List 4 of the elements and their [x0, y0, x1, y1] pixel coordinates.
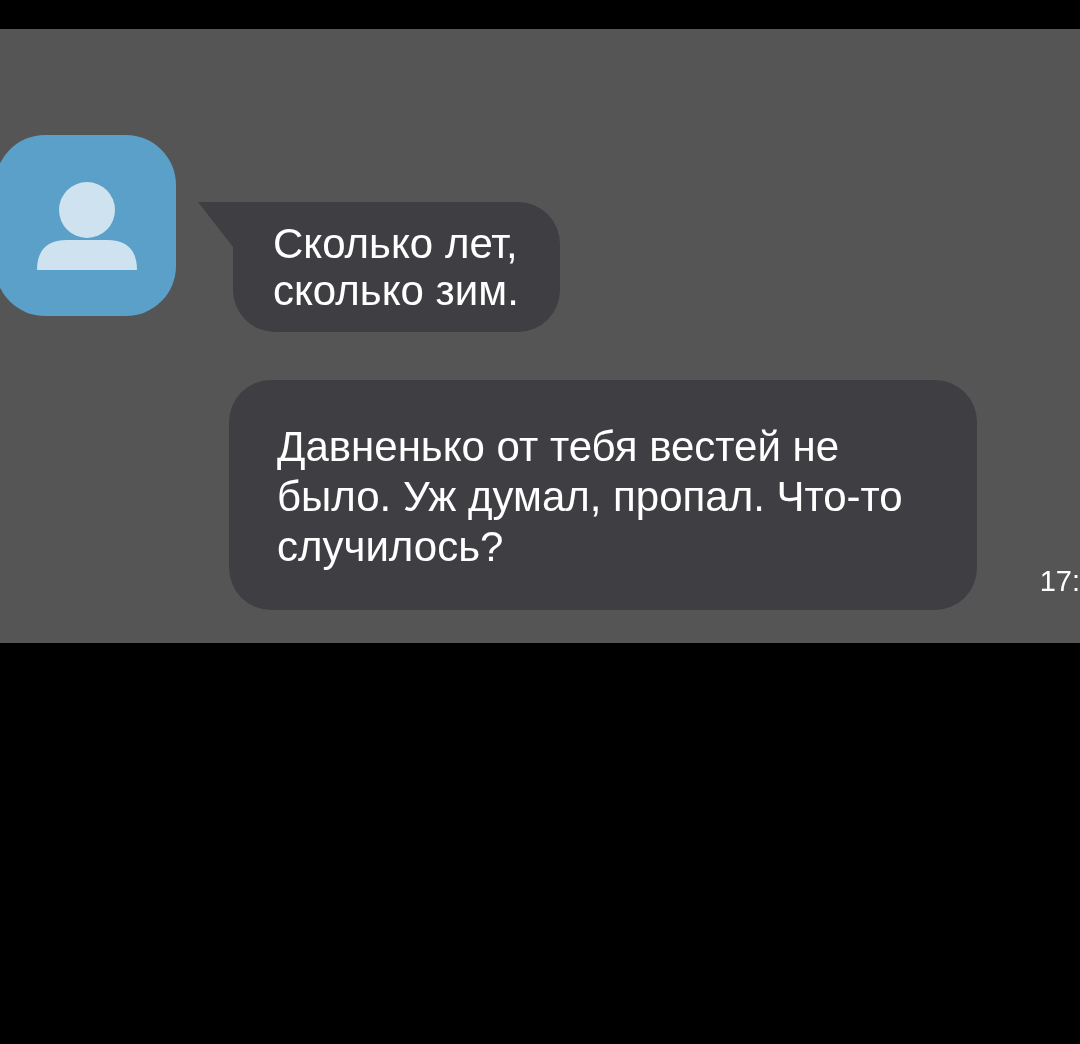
message-time: 17:: [1039, 565, 1080, 598]
message-text: Давненько от тебя вестей не было. Уж думал, пропал. Что-то случилось?: [277, 423, 903, 570]
avatar-icon: [0, 135, 176, 316]
message-text: Сколько лет, сколько зим.: [273, 220, 519, 314]
